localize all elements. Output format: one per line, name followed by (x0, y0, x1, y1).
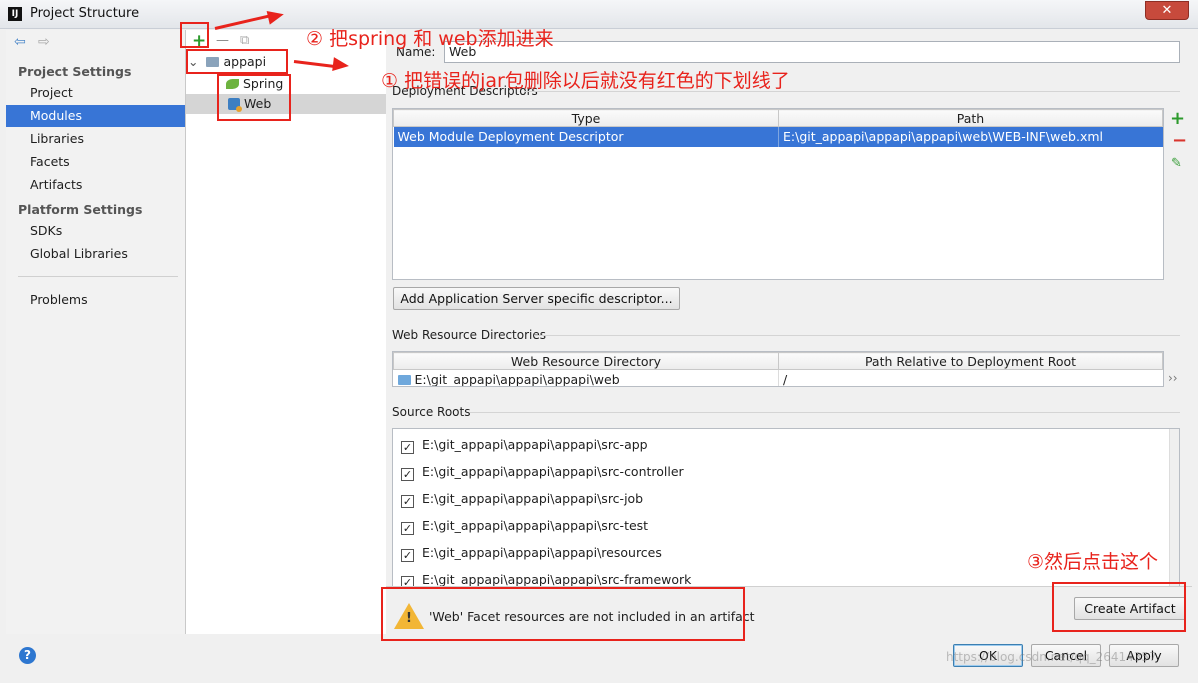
folder-icon (397, 375, 411, 386)
group-separator (470, 412, 1180, 413)
source-root-path: E:\git_appapi\appapi\appapi\src-job (422, 491, 644, 506)
project-settings-header: Project Settings (18, 64, 132, 79)
sidebar-item-facets[interactable]: Facets (6, 151, 185, 173)
source-root-path: E:\git_appapi\appapi\appapi\src-test (422, 518, 649, 533)
edit-icon[interactable]: ✎ (1171, 156, 1182, 171)
platform-settings-header: Platform Settings (18, 202, 143, 217)
list-item[interactable]: ✓ E:\git_appapi\appapi\appapi\src-test (401, 516, 648, 536)
table-row[interactable]: Web Module Deployment Descriptor E:\git_… (393, 126, 1163, 147)
help-icon[interactable]: ? (19, 647, 36, 664)
descriptor-toolbar: + − ✎ (1164, 108, 1192, 188)
arrow-left-icon[interactable]: ⇦ (14, 34, 26, 50)
sidebar-item-artifacts[interactable]: Artifacts (6, 174, 185, 196)
column-header-path-relative[interactable]: Path Relative to Deployment Root (778, 352, 1163, 370)
descriptor-path-cell: E:\git_appapi\appapi\appapi\web\WEB-INF\… (778, 126, 1163, 147)
deployment-descriptors-table: Type Path Web Module Deployment Descript… (392, 108, 1164, 280)
checkbox-checked[interactable]: ✓ (401, 549, 414, 562)
checkbox-checked[interactable]: ✓ (401, 576, 414, 586)
sidebar-item-problems[interactable]: Problems (6, 289, 185, 311)
facet-settings-panel: Name: Web Deployment Descriptors Type Pa… (386, 30, 1192, 634)
list-item[interactable]: ✓ E:\git_appapi\appapi\appapi\src-control… (401, 462, 684, 482)
column-header-path[interactable]: Path (778, 109, 1163, 127)
source-roots-title: Source Roots (392, 405, 471, 419)
annotation-note-2: ② 把spring 和 web添加进来 (306, 28, 554, 50)
add-server-descriptor-button[interactable]: Add Application Server specific descript… (393, 287, 680, 310)
list-item[interactable]: ✓ E:\git_appapi\appapi\appapi\src-app (401, 435, 648, 455)
sidebar-item-project[interactable]: Project (6, 82, 185, 104)
web-resource-dir-cell: E:\git_appapi\appapi\appapi\web (414, 372, 620, 387)
annotation-box-create-artifact (1052, 582, 1186, 632)
sidebar-item-sdks[interactable]: SDKs (6, 220, 185, 242)
more-columns-icon[interactable]: ›› (1168, 371, 1178, 385)
remove-icon[interactable]: − (1172, 130, 1187, 151)
sidebar-item-libraries[interactable]: Libraries (6, 128, 185, 150)
descriptor-type-cell: Web Module Deployment Descriptor (393, 126, 779, 147)
list-item[interactable]: ✓ E:\git_appapi\appapi\appapi\src-job (401, 489, 643, 509)
annotation-note-3: ③然后点击这个 (1027, 551, 1159, 573)
annotation-box-appapi (186, 49, 288, 74)
web-resource-table: Web Resource Directory Path Relative to … (392, 351, 1164, 387)
checkbox-checked[interactable]: ✓ (401, 468, 414, 481)
settings-sidebar: ⇦ ⇨ Project Settings Project Modules Lib… (6, 30, 186, 634)
sidebar-item-modules[interactable]: Modules (6, 105, 185, 127)
annotation-box-warning (381, 587, 745, 641)
web-resource-directories-title: Web Resource Directories (392, 328, 546, 342)
relative-path-cell: / (778, 369, 1163, 386)
scrollbar[interactable] (1169, 429, 1179, 586)
annotation-box-add (180, 22, 209, 48)
annotation-box-facets (217, 74, 291, 121)
source-root-path: E:\git_appapi\appapi\appapi\resources (422, 545, 662, 560)
column-header-web-resource-directory[interactable]: Web Resource Directory (393, 352, 779, 370)
list-item[interactable]: ✓ E:\git_appapi\appapi\appapi\src-framewo… (401, 570, 691, 586)
checkbox-checked[interactable]: ✓ (401, 495, 414, 508)
table-row[interactable]: E:\git_appapi\appapi\appapi\web / (394, 369, 1163, 387)
add-icon[interactable]: + (1170, 108, 1185, 129)
sidebar-item-global-libraries[interactable]: Global Libraries (6, 243, 185, 265)
group-separator (534, 335, 1180, 336)
intellij-logo-icon: IJ (8, 7, 22, 21)
remove-icon[interactable]: — (216, 32, 229, 50)
copy-icon[interactable]: ⧉ (240, 32, 249, 50)
list-item[interactable]: ✓ E:\git_appapi\appapi\appapi\resources (401, 543, 662, 563)
source-root-path: E:\git_appapi\appapi\appapi\src-controll… (422, 464, 684, 479)
name-field[interactable]: Web (444, 41, 1180, 63)
source-root-path: E:\git_appapi\appapi\appapi\src-app (422, 437, 648, 452)
checkbox-checked[interactable]: ✓ (401, 441, 414, 454)
close-button[interactable]: ✕ (1145, 1, 1189, 20)
source-root-path: E:\git_appapi\appapi\appapi\src-framewor… (422, 572, 692, 586)
annotation-arrow-head (332, 57, 350, 73)
annotation-note-1: ① 把错误的jar包删除以后就没有红色的下划线了 (381, 70, 790, 92)
arrow-right-icon[interactable]: ⇨ (38, 34, 50, 50)
watermark: https://blog.csdn.net/qq_26414357 (946, 650, 1157, 664)
window-title: Project Structure (30, 6, 140, 21)
column-header-type[interactable]: Type (393, 109, 779, 127)
checkbox-checked[interactable]: ✓ (401, 522, 414, 535)
sidebar-divider (18, 276, 178, 277)
